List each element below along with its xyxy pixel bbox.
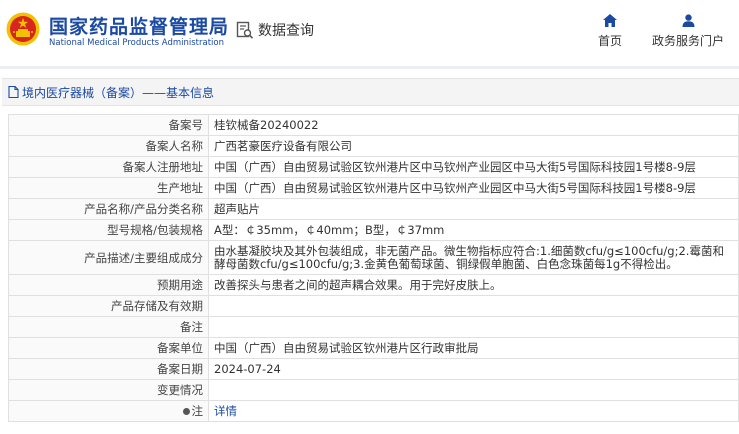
- field-value: A型：￠35mm，￠40mm；B型，￠37mm: [208, 219, 739, 241]
- field-label-note: 注: [8, 400, 209, 422]
- user-icon: [682, 14, 694, 27]
- field-value: 超声贴片: [208, 198, 739, 220]
- field-value: 中国（广西）自由贸易试验区钦州港片区中马钦州产业园区中马大街5号国际科技园1号楼…: [208, 177, 739, 199]
- table-row: 备注: [8, 316, 739, 338]
- details-link[interactable]: 详情: [214, 404, 237, 418]
- table-row: 备案人注册地址 中国（广西）自由贸易试验区钦州港片区中马钦州产业园区中马大街5号…: [8, 156, 739, 178]
- field-value: 广西茗豪医疗设备有限公司: [208, 135, 739, 157]
- note-dot-icon: [182, 408, 190, 415]
- field-label: 预期用途: [8, 274, 209, 296]
- field-value: 中国（广西）自由贸易试验区钦州港片区行政审批局: [208, 337, 739, 359]
- table-row: 产品名称/产品分类名称 超声贴片: [8, 198, 739, 220]
- field-label: 备案单位: [8, 337, 209, 359]
- field-label: 备案人名称: [8, 135, 209, 157]
- data-query-label: 数据查询: [258, 23, 314, 39]
- header-divider: [0, 66, 739, 69]
- breadcrumb: 境内医疗器械（备案）——基本信息: [2, 78, 739, 106]
- note-label: 注: [191, 404, 204, 418]
- field-label: 型号规格/包装规格: [8, 219, 209, 241]
- field-label: 备案号: [8, 114, 209, 136]
- field-label: 产品存储及有效期: [8, 295, 209, 317]
- field-value: 由水基凝胶块及其外包装组成，非无菌产品。微生物指标应符合:1.细菌数cfu/g≤…: [208, 240, 739, 275]
- breadcrumb-text: 境内医疗器械（备案）——基本信息: [22, 85, 215, 100]
- site-header: 国家药品监督管理局 National Medical Products Admi…: [0, 0, 739, 66]
- table-row: 生产地址 中国（广西）自由贸易试验区钦州港片区中马钦州产业园区中马大街5号国际科…: [8, 177, 739, 199]
- nav-service-portal[interactable]: 政务服务门户: [652, 14, 724, 49]
- table-row: 产品描述/主要组成成分 由水基凝胶块及其外包装组成，非无菌产品。微生物指标应符合…: [8, 240, 739, 275]
- field-label: 产品描述/主要组成成分: [8, 240, 209, 275]
- document-search-icon: [236, 21, 254, 39]
- nav-home[interactable]: 首页: [598, 14, 622, 49]
- field-label: 备注: [8, 316, 209, 338]
- field-value: 桂钦械备20240022: [208, 114, 739, 136]
- field-value: [208, 379, 739, 401]
- field-label: 生产地址: [8, 177, 209, 199]
- detail-table: 备案号 桂钦械备20240022 备案人名称 广西茗豪医疗设备有限公司 备案人注…: [8, 114, 739, 422]
- field-value: 改善探头与患者之间的超声耦合效果。用于完好皮肤上。: [208, 274, 739, 296]
- table-row: 备案日期 2024-07-24: [8, 358, 739, 380]
- table-row: 产品存储及有效期: [8, 295, 739, 317]
- table-row: 型号规格/包装规格 A型：￠35mm，￠40mm；B型，￠37mm: [8, 219, 739, 241]
- field-value: [208, 295, 739, 317]
- site-subtitle: National Medical Products Administration: [49, 38, 224, 48]
- field-label: 变更情况: [8, 379, 209, 401]
- field-label: 备案日期: [8, 358, 209, 380]
- field-value: 中国（广西）自由贸易试验区钦州港片区中马钦州产业园区中马大街5号国际科技园1号楼…: [208, 156, 739, 178]
- field-value: 2024-07-24: [208, 358, 739, 380]
- table-row: 备案人名称 广西茗豪医疗设备有限公司: [8, 135, 739, 157]
- field-value: [208, 316, 739, 338]
- table-row: 预期用途 改善探头与患者之间的超声耦合效果。用于完好皮肤上。: [8, 274, 739, 296]
- field-label: 备案人注册地址: [8, 156, 209, 178]
- home-icon: [603, 14, 617, 27]
- table-row: 备案单位 中国（广西）自由贸易试验区钦州港片区行政审批局: [8, 337, 739, 359]
- data-query-link[interactable]: 数据查询: [236, 20, 314, 40]
- document-icon: [8, 86, 19, 98]
- table-row: 注 详情: [8, 400, 739, 422]
- national-emblem-icon: [6, 12, 40, 46]
- nav-home-label: 首页: [598, 34, 623, 48]
- table-row: 备案号 桂钦械备20240022: [8, 114, 739, 136]
- field-value: 详情: [208, 400, 739, 422]
- nav-service-portal-label: 政务服务门户: [652, 34, 725, 48]
- field-label: 产品名称/产品分类名称: [8, 198, 209, 220]
- table-row: 变更情况: [8, 379, 739, 401]
- site-title: 国家药品监督管理局: [49, 16, 230, 38]
